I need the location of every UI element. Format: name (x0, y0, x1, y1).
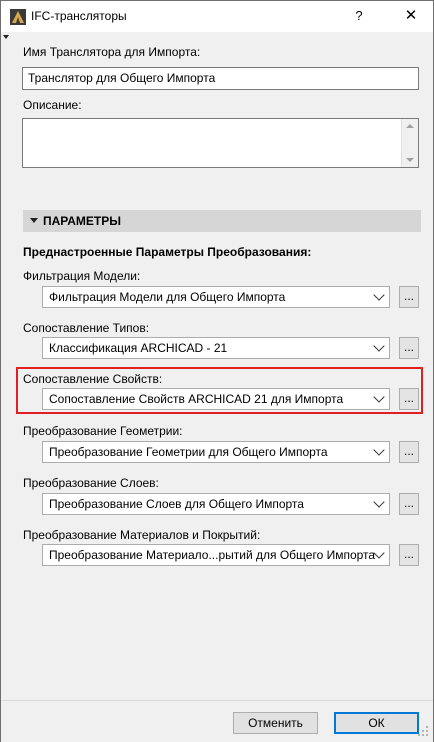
import-translator-name-field[interactable]: Транслятор для Общего Импорта (22, 67, 419, 90)
expand-triangle-icon (30, 218, 38, 223)
type-mapping-select[interactable]: Классификация ARCHICAD - 21 (42, 337, 390, 359)
import-translator-label: Имя Транслятора для Импорта: (23, 45, 201, 59)
chevron-down-icon (373, 496, 385, 508)
type-mapping-value: Классификация ARCHICAD - 21 (49, 341, 228, 355)
help-button[interactable]: ? (347, 5, 371, 27)
parameters-section-header[interactable]: ПАРАМЕТРЫ (23, 210, 421, 232)
type-mapping-label: Сопоставление Типов: (23, 321, 150, 335)
chevron-down-icon (373, 340, 385, 352)
geometry-conversion-label: Преобразование Геометрии: (23, 424, 183, 438)
model-filter-label: Фильтрация Модели: (23, 269, 141, 283)
close-button[interactable]: ✕ (397, 5, 425, 27)
window-title: IFC-трансляторы (31, 9, 127, 23)
description-textarea[interactable] (22, 118, 419, 168)
ok-button[interactable]: ОК (334, 712, 419, 734)
resize-grip-icon[interactable] (417, 725, 429, 737)
archicad-app-icon (10, 9, 26, 25)
material-conversion-select[interactable]: Преобразование Материало...рытий для Общ… (42, 544, 390, 566)
property-mapping-select[interactable]: Сопоставление Свойств ARCHICAD 21 для Им… (42, 388, 390, 410)
layer-conversion-select[interactable]: Преобразование Слоев для Общего Импорта (42, 493, 390, 515)
title-bar: IFC-трансляторы ? ✕ (1, 1, 433, 32)
collapse-arrow-icon[interactable] (3, 35, 9, 39)
layer-conversion-value: Преобразование Слоев для Общего Импорта (49, 497, 304, 511)
model-filter-options-button[interactable]: ... (399, 286, 419, 308)
chevron-down-icon (373, 289, 385, 301)
material-conversion-label: Преобразование Материалов и Покрытий: (23, 528, 261, 542)
material-conversion-value: Преобразование Материало...рытий для Общ… (49, 548, 376, 562)
property-mapping-value: Сопоставление Свойств ARCHICAD 21 для Им… (49, 392, 344, 406)
geometry-conversion-options-button[interactable]: ... (399, 441, 419, 463)
material-conversion-options-button[interactable]: ... (399, 544, 419, 566)
model-filter-select[interactable]: Фильтрация Модели для Общего Импорта (42, 286, 390, 308)
ifc-translators-dialog: IFC-трансляторы ? ✕ Имя Транслятора для … (0, 0, 434, 742)
layer-conversion-options-button[interactable]: ... (399, 493, 419, 515)
cancel-button[interactable]: Отменить (233, 712, 318, 734)
scroll-up-icon[interactable] (406, 124, 414, 128)
property-mapping-label: Сопоставление Свойств: (23, 372, 163, 386)
import-translator-name-value: Транслятор для Общего Импорта (28, 71, 216, 85)
chevron-down-icon (373, 444, 385, 456)
description-scrollbar[interactable] (401, 119, 418, 167)
property-mapping-options-button[interactable]: ... (399, 388, 419, 410)
model-filter-value: Фильтрация Модели для Общего Импорта (49, 290, 286, 304)
presets-heading: Преднастроенные Параметры Преобразования… (23, 245, 312, 259)
layer-conversion-label: Преобразование Слоев: (23, 476, 159, 490)
geometry-conversion-value: Преобразование Геометрии для Общего Импо… (49, 445, 328, 459)
type-mapping-options-button[interactable]: ... (399, 337, 419, 359)
parameters-section-title: ПАРАМЕТРЫ (43, 214, 121, 228)
scroll-down-icon[interactable] (406, 158, 414, 162)
description-label: Описание: (23, 98, 82, 112)
chevron-down-icon (373, 391, 385, 403)
geometry-conversion-select[interactable]: Преобразование Геометрии для Общего Импо… (42, 441, 390, 463)
